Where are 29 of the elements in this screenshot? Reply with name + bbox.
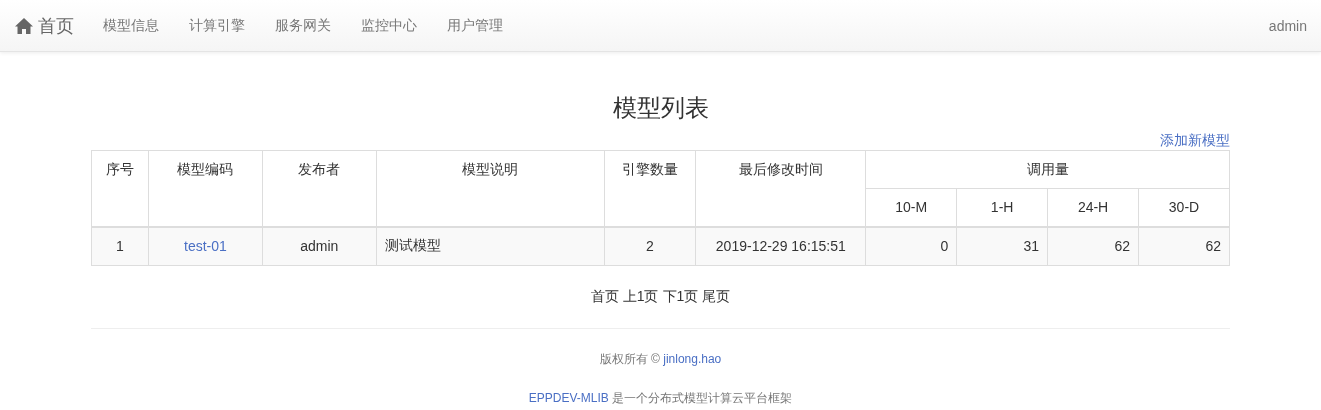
pagination-item[interactable]: 首页 xyxy=(590,287,619,306)
table-cell: 测试模型 xyxy=(376,226,604,265)
copyright-text: 版权所有 © xyxy=(599,351,660,366)
page-title: 模型列表 xyxy=(611,93,710,123)
table-cell: 31 xyxy=(956,226,1048,265)
table-cell: 62 xyxy=(1138,226,1230,265)
table-cell: 1 xyxy=(91,226,149,265)
table-cell: 62 xyxy=(1047,226,1139,265)
nav-link[interactable]: 服务网关 xyxy=(260,16,346,35)
product-link[interactable]: EPPDEV-MLIB xyxy=(528,390,609,405)
pagination-item[interactable]: 下1页 xyxy=(662,287,699,306)
pagination-item[interactable]: 上1页 xyxy=(622,287,659,306)
table-cell: admin xyxy=(262,226,377,265)
home-link[interactable]: 首页 xyxy=(14,13,74,38)
tagline-text: 是一个分布式模型计算云平台框架 xyxy=(612,390,793,405)
author-link[interactable]: jinlong.hao xyxy=(663,351,722,366)
home-icon xyxy=(14,16,34,35)
column-header: 调用量 xyxy=(865,150,1230,189)
nav-link[interactable]: 模型信息 xyxy=(88,16,174,35)
nav-link[interactable]: 监控中心 xyxy=(346,16,432,35)
table-cell: 2019-12-29 16:15:51 xyxy=(695,226,866,265)
table-cell: 2 xyxy=(604,226,696,265)
nav-link[interactable]: 计算引擎 xyxy=(174,16,260,35)
user-name: admin xyxy=(1268,17,1307,34)
nav-link[interactable]: 用户管理 xyxy=(432,16,518,35)
add-model-link[interactable]: 添加新模型 xyxy=(1160,132,1230,150)
pagination-item[interactable]: 尾页 xyxy=(702,287,731,306)
table-cell: 0 xyxy=(865,226,957,265)
model-code-link[interactable]: test-01 xyxy=(184,238,227,254)
